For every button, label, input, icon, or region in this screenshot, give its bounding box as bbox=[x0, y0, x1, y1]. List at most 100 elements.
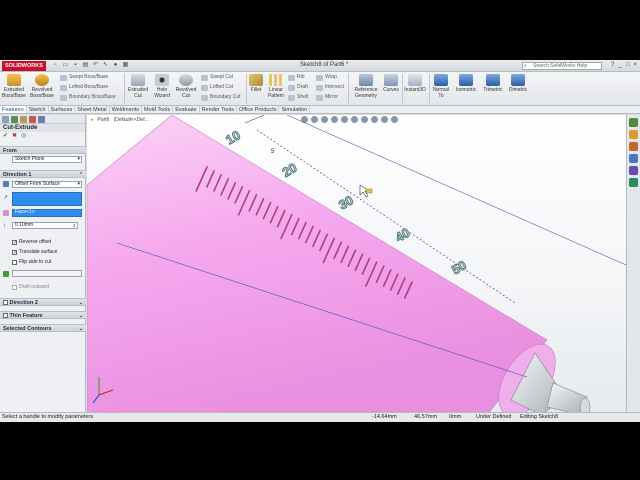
chevron-up-icon: ⌃ bbox=[78, 172, 83, 178]
trimetric-icon bbox=[486, 74, 500, 86]
open-icon[interactable]: ▭ bbox=[62, 62, 69, 69]
configuration-manager-icon[interactable] bbox=[20, 116, 27, 123]
from-select[interactable]: Sketch Plane ▾ bbox=[12, 156, 82, 163]
tab-sheet-metal[interactable]: Sheet Metal bbox=[75, 106, 110, 113]
lofted-boss-button[interactable]: Lofted Boss/Base bbox=[60, 84, 108, 91]
draft-toggle-icon[interactable] bbox=[3, 271, 9, 277]
extruded-boss-label: Extruded Boss/Base bbox=[2, 87, 26, 99]
normal-to-button[interactable]: Normal To bbox=[431, 74, 451, 99]
ok-icon[interactable]: ✔ bbox=[3, 132, 8, 140]
extruded-boss-button[interactable]: Extruded Boss/Base bbox=[2, 74, 26, 99]
tab-sketch[interactable]: Sketch bbox=[27, 106, 49, 113]
revolved-cut-button[interactable]: Revolved Cut bbox=[174, 74, 198, 99]
intersect-icon bbox=[316, 84, 323, 91]
tab-simulation[interactable]: Simulation bbox=[279, 106, 311, 113]
thin-feature-group-header[interactable]: Thin Feature ⌄ bbox=[0, 311, 86, 319]
draft-angle-input[interactable] bbox=[12, 270, 82, 277]
isometric-button[interactable]: Isometric bbox=[453, 74, 479, 93]
reverse-direction-icon[interactable] bbox=[3, 181, 9, 187]
mirror-button[interactable]: Mirror bbox=[316, 94, 338, 101]
maximize-button[interactable]: □ bbox=[626, 62, 630, 68]
intersect-button[interactable]: Intersect bbox=[316, 84, 344, 91]
close-button[interactable]: × bbox=[633, 62, 637, 68]
shell-icon bbox=[288, 94, 295, 101]
spin-arrows-icon[interactable]: ⇕ bbox=[73, 223, 76, 228]
appearances-icon[interactable] bbox=[629, 166, 638, 175]
tab-features[interactable]: Features bbox=[0, 106, 27, 113]
lofted-cut-button[interactable]: Lofted Cut bbox=[201, 84, 233, 91]
undo-icon[interactable]: ↶ bbox=[92, 62, 99, 69]
shell-button[interactable]: Shell bbox=[288, 94, 308, 101]
reverse-offset-checkbox[interactable]: ✓ Reverse offset bbox=[12, 239, 51, 245]
help-search-input[interactable]: ⌕ Search SolidWorks Help bbox=[522, 62, 602, 70]
translate-surface-checkbox[interactable]: ✓ Translate surface bbox=[12, 249, 57, 255]
dimension-text[interactable]: 5 bbox=[271, 149, 275, 155]
save-icon[interactable]: ▪ bbox=[72, 62, 79, 69]
graphics-area[interactable]: ▸ Part6 (Default<<Def... 10 20 30 40 50 … bbox=[87, 115, 626, 412]
boundary-cut-button[interactable]: Boundary Cut bbox=[201, 94, 241, 101]
model-canvas[interactable]: 10 20 30 40 50 5 bbox=[87, 115, 626, 412]
hole-wizard-button[interactable]: Hole Wizard bbox=[151, 74, 173, 99]
print-icon[interactable]: ▤ bbox=[82, 62, 89, 69]
hole-wizard-label: Hole Wizard bbox=[154, 87, 170, 99]
swept-cut-button[interactable]: Swept Cut bbox=[201, 74, 233, 81]
extruded-cut-button[interactable]: Extruded Cut bbox=[126, 74, 150, 99]
dimetric-button[interactable]: Dimetric bbox=[506, 74, 530, 93]
cut-extrude-title: Cut-Extrude bbox=[3, 125, 38, 131]
curves-icon bbox=[384, 74, 398, 86]
direction1-group-header[interactable]: Direction 1 ⌃ bbox=[0, 170, 86, 178]
instant3d-button[interactable]: Instant3D bbox=[403, 74, 427, 93]
resources-icon[interactable] bbox=[629, 118, 638, 127]
direction2-group-header[interactable]: Direction 2 ⌄ bbox=[0, 298, 86, 306]
cancel-icon[interactable]: ✖ bbox=[12, 132, 17, 140]
minimize-button[interactable]: _ bbox=[619, 62, 622, 68]
design-library-icon[interactable] bbox=[629, 130, 638, 139]
selected-contours-group-header[interactable]: Selected Contours ⌄ bbox=[0, 324, 86, 332]
reference-geometry-button[interactable]: Reference Geometry bbox=[351, 74, 381, 99]
feature-tree-icon[interactable] bbox=[2, 116, 9, 123]
custom-properties-icon[interactable] bbox=[629, 178, 638, 187]
from-group-header[interactable]: From bbox=[0, 146, 86, 154]
face-selection-field[interactable]: Face<1> bbox=[12, 209, 82, 217]
swept-boss-button[interactable]: Swept Boss/Base bbox=[60, 74, 108, 81]
draft-button[interactable]: Draft bbox=[288, 84, 308, 91]
offset-distance-input[interactable]: 0.10mm ⇕ bbox=[12, 222, 78, 229]
flip-side-checkbox[interactable]: Flip side to cut bbox=[12, 259, 51, 265]
draft-outward-checkbox[interactable]: Draft outward bbox=[12, 284, 49, 290]
trimetric-button[interactable]: Trimetric bbox=[480, 74, 506, 93]
tab-evaluate[interactable]: Evaluate bbox=[173, 106, 200, 113]
dimetric-label: Dimetric bbox=[508, 87, 528, 93]
rebuild-icon[interactable]: ● bbox=[112, 62, 119, 69]
boundary-boss-button[interactable]: Boundary Boss/Base bbox=[60, 94, 116, 101]
direction2-label: Direction 2 bbox=[9, 300, 38, 306]
tab-surfaces[interactable]: Surfaces bbox=[49, 106, 76, 113]
tab-render-tools[interactable]: Render Tools bbox=[200, 106, 237, 113]
fillet-button[interactable]: Fillet bbox=[248, 74, 264, 93]
editing-indicator: Editing Sketch8 bbox=[520, 414, 559, 420]
tab-office-products[interactable]: Office Products bbox=[237, 106, 280, 113]
tab-mold-tools[interactable]: Mold Tools bbox=[142, 106, 174, 113]
boundary-cut-icon bbox=[201, 94, 208, 101]
linear-pattern-button[interactable]: Linear Pattern bbox=[266, 74, 286, 99]
revolved-boss-button[interactable]: Revolved Boss/Base bbox=[28, 74, 56, 99]
wrap-button[interactable]: Wrap bbox=[316, 74, 337, 81]
curves-label: Curves bbox=[383, 87, 399, 93]
view-palette-icon[interactable] bbox=[629, 154, 638, 163]
dimxpert-icon[interactable] bbox=[29, 116, 36, 123]
options-icon[interactable]: ▦ bbox=[122, 62, 129, 69]
tab-weldments[interactable]: Weldments bbox=[110, 106, 143, 113]
property-manager-icon[interactable] bbox=[11, 116, 18, 123]
revolved-cut-icon bbox=[179, 74, 193, 86]
display-manager-icon[interactable] bbox=[38, 116, 45, 123]
select-icon[interactable]: ↖ bbox=[102, 62, 109, 69]
curves-button[interactable]: Curves bbox=[381, 74, 401, 93]
rib-button[interactable]: Rib bbox=[288, 74, 305, 81]
file-explorer-icon[interactable] bbox=[629, 142, 638, 151]
direction-vector-field[interactable] bbox=[12, 192, 82, 206]
isometric-label: Isometric bbox=[455, 87, 477, 93]
end-condition-select[interactable]: Offset From Surface ▾ bbox=[12, 181, 82, 188]
detailed-preview-icon[interactable]: ◎ bbox=[21, 132, 26, 140]
help-button[interactable]: ? bbox=[611, 62, 614, 68]
new-icon[interactable]: ▫ bbox=[52, 62, 59, 69]
pm-action-buttons: ✔ ✖ ◎ bbox=[0, 132, 85, 140]
